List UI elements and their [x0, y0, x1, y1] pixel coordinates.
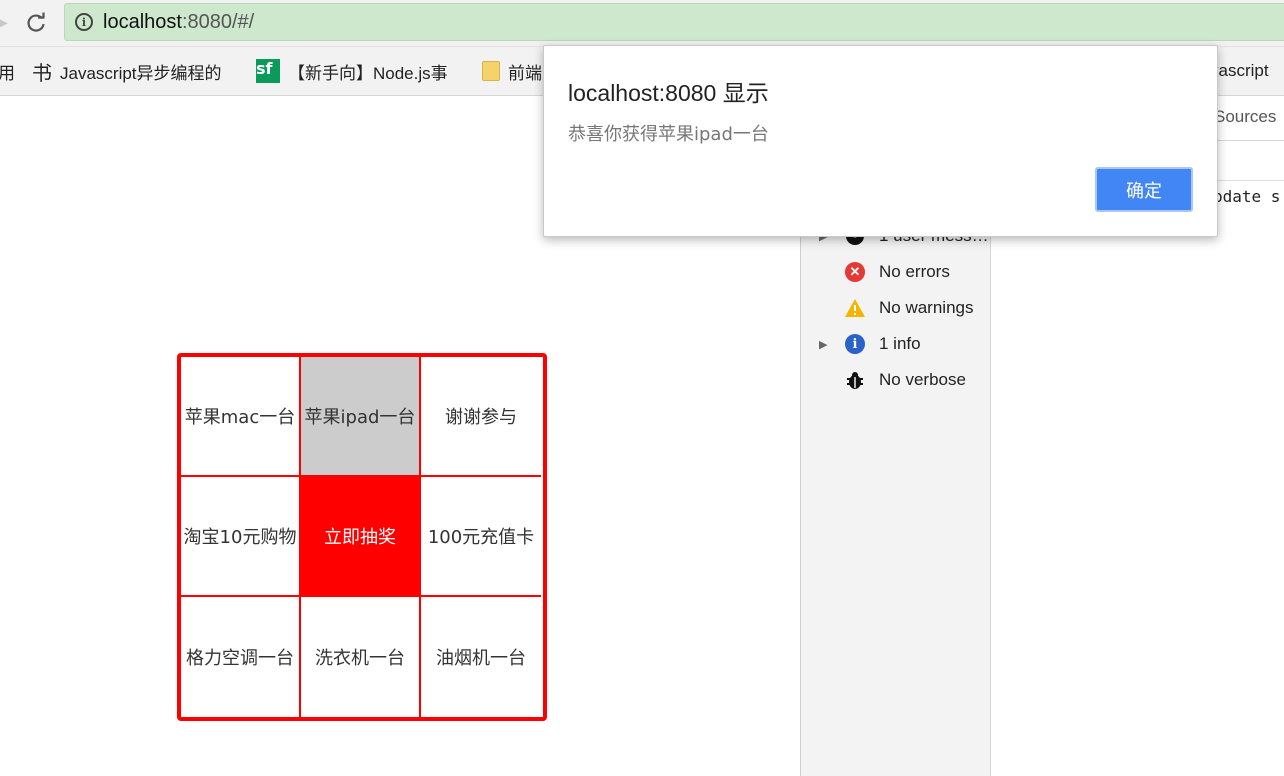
- prize-cell: 淘宝10元购物: [181, 477, 301, 597]
- bookmark-label: Javascript异步编程的: [60, 63, 222, 83]
- sf-icon: sf: [256, 59, 280, 83]
- bookmark-node-events[interactable]: sf 【新手向】Node.js事: [256, 59, 462, 83]
- bookmark-javascript[interactable]: vascript: [1210, 59, 1284, 83]
- prize-cell: 格力空调一台: [181, 597, 301, 717]
- url-path: :8080/#/: [181, 11, 255, 33]
- filter-verbose[interactable]: No verbose: [819, 366, 966, 394]
- back-icon[interactable]: ▶: [0, 11, 8, 35]
- prize-cell: 100元充值卡: [421, 477, 541, 597]
- filter-label: No warnings: [879, 298, 974, 317]
- error-icon: ✕: [845, 262, 865, 282]
- ok-button[interactable]: 确定: [1095, 167, 1193, 212]
- folder-icon: [482, 61, 500, 81]
- address-bar[interactable]: i localhost:8080/#/: [64, 3, 1284, 41]
- bookmark-apps[interactable]: 用: [0, 59, 14, 83]
- draw-button[interactable]: 立即抽奖: [301, 477, 421, 597]
- reload-icon[interactable]: [22, 9, 50, 37]
- dialog-title: localhost:8080 显示: [568, 80, 769, 106]
- browser-toolbar: ▶ i localhost:8080/#/: [0, 0, 1284, 47]
- bug-icon: [843, 369, 867, 391]
- filter-label: No verbose: [879, 370, 966, 389]
- filter-info[interactable]: ▶ i 1 info: [819, 330, 921, 358]
- bookmark-js-async[interactable]: 书 Javascript异步编程的: [32, 59, 237, 84]
- url-text[interactable]: localhost:8080/#/: [103, 10, 254, 34]
- prize-cell: 洗衣机一台: [301, 597, 421, 717]
- filter-warnings[interactable]: No warnings: [819, 294, 974, 322]
- tab-sources[interactable]: Sources: [1214, 107, 1276, 127]
- expand-triangle-icon[interactable]: ▶: [819, 338, 833, 351]
- url-host: localhost: [103, 11, 182, 33]
- bookmark-label: 前端: [508, 63, 542, 83]
- lottery-grid: 苹果mac一台 苹果ipad一台 谢谢参与 淘宝10元购物 立即抽奖 100元充…: [177, 353, 547, 721]
- prize-cell: 苹果mac一台: [181, 357, 301, 477]
- prize-cell: 谢谢参与: [421, 357, 541, 477]
- filter-errors[interactable]: ✕ No errors: [819, 258, 950, 286]
- filter-label: 1 info: [879, 334, 921, 353]
- dialog-message: 恭喜你获得苹果ipad一台: [568, 124, 769, 145]
- bookmark-label: 用: [0, 63, 14, 83]
- info-icon: i: [845, 334, 865, 354]
- site-info-icon[interactable]: i: [75, 13, 93, 31]
- bookmark-label: 【新手向】Node.js事: [288, 63, 448, 83]
- prize-cell: 油烟机一台: [421, 597, 541, 717]
- bookmark-label: vascript: [1210, 61, 1269, 80]
- prize-cell-active: 苹果ipad一台: [301, 357, 421, 477]
- alert-dialog: localhost:8080 显示 恭喜你获得苹果ipad一台 确定: [543, 45, 1218, 237]
- calligraphy-icon: 书: [32, 60, 52, 84]
- bookmark-frontend-folder[interactable]: 前端: [482, 59, 544, 83]
- filter-label: No errors: [879, 262, 950, 281]
- warning-icon: [843, 297, 867, 319]
